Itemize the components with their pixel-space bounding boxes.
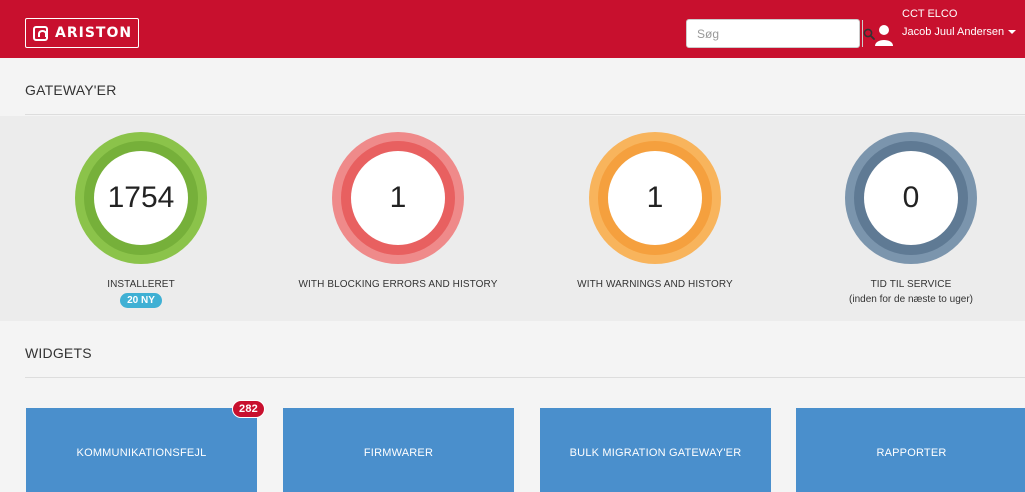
widget-bulk-migration[interactable]: BULK MIGRATION GATEWAY'ER: [540, 408, 771, 492]
ariston-logo[interactable]: ARISTON: [25, 18, 139, 48]
stat-installed[interactable]: 1754 INSTALLERET 20 NY: [26, 132, 256, 308]
new-badge: 20 NY: [120, 293, 162, 308]
logo-text: ARISTON: [55, 25, 133, 41]
count-badge: 282: [232, 400, 265, 418]
stat-label: WITH WARNINGS AND HISTORY: [577, 279, 733, 290]
stat-value: 0: [864, 151, 958, 245]
stat-value: 1: [351, 151, 445, 245]
user-name: Jacob Juul Andersen: [902, 26, 1005, 38]
stat-label: TID TIL SERVICE: [870, 279, 952, 290]
search-box: [686, 19, 875, 48]
widget-label: KOMMUNIKATIONSFEJL: [76, 447, 207, 459]
stat-label: INSTALLERET: [107, 279, 175, 290]
stat-ring: 1754: [75, 132, 207, 264]
stat-value: 1754: [94, 151, 188, 245]
widgets-title: WIDGETS: [25, 345, 92, 361]
widget-firmware[interactable]: FIRMWARER: [283, 408, 514, 492]
stat-ring: 1: [332, 132, 464, 264]
user-name-dropdown[interactable]: Jacob Juul Andersen: [902, 26, 1017, 38]
gateways-title: GATEWAY'ER: [25, 82, 117, 98]
user-organization: CCT ELCO: [902, 8, 958, 20]
caret-down-icon: [1008, 30, 1017, 35]
stat-label: WITH BLOCKING ERRORS AND HISTORY: [298, 279, 498, 290]
widget-label: FIRMWARER: [363, 447, 434, 459]
stat-blocking-errors[interactable]: 1 WITH BLOCKING ERRORS AND HISTORY: [283, 132, 513, 290]
widget-label: RAPPORTER: [876, 447, 947, 459]
widget-communication-errors[interactable]: KOMMUNIKATIONSFEJL 282: [26, 400, 265, 492]
gateways-divider: [25, 114, 1025, 115]
stat-service-due[interactable]: 0 TID TIL SERVICE (inden for de næste to…: [796, 132, 1025, 305]
user-icon: [875, 25, 893, 46]
stat-value: 1: [608, 151, 702, 245]
widgets-divider: [25, 377, 1025, 378]
stat-ring: 1: [589, 132, 721, 264]
widget-reports[interactable]: RAPPORTER: [796, 408, 1025, 492]
top-navbar: ARISTON CCT ELCO Jacob Juul Andersen: [0, 0, 1025, 58]
stat-ring: 0: [845, 132, 977, 264]
gateway-stats-panel: 1754 INSTALLERET 20 NY 1 WITH BLOCKING E…: [0, 116, 1025, 321]
ariston-logo-icon: [33, 25, 48, 41]
stat-warnings[interactable]: 1 WITH WARNINGS AND HISTORY: [540, 132, 770, 290]
stat-sublabel: (inden for de næste to uger): [849, 294, 973, 305]
widget-label: BULK MIGRATION GATEWAY'ER: [569, 447, 742, 459]
search-input[interactable]: [687, 20, 862, 47]
